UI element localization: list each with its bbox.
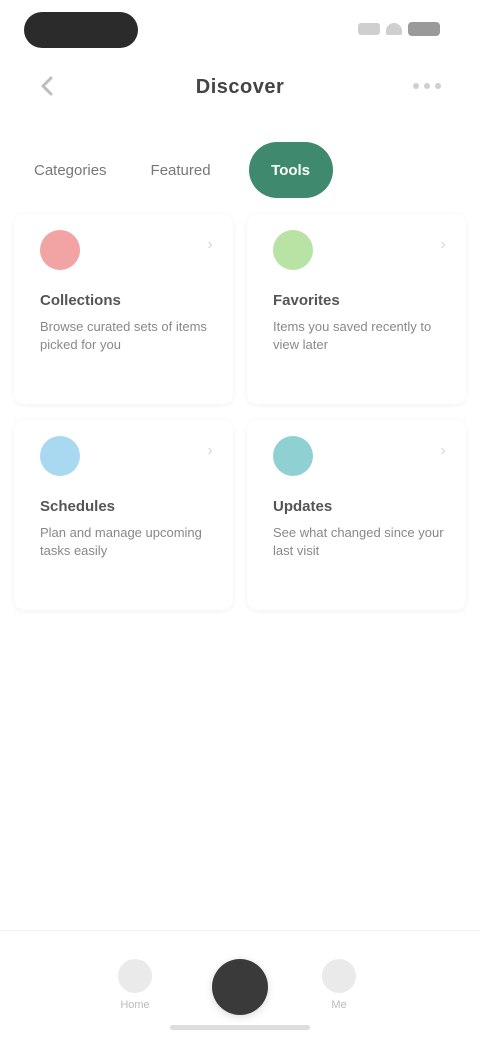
card-title: Favorites <box>273 292 340 309</box>
card-title: Collections <box>40 292 121 309</box>
bottom-navigation: Home Me <box>0 930 480 1040</box>
calendar-icon <box>40 436 80 476</box>
home-icon <box>118 959 152 993</box>
user-icon <box>322 959 356 993</box>
card-title: Updates <box>273 498 333 515</box>
battery-icon <box>408 22 440 36</box>
card-description: See what changed since your last visit <box>273 525 444 558</box>
nav-home[interactable]: Home <box>118 959 152 1011</box>
tab-tools[interactable]: Tools <box>248 142 333 198</box>
chevron-right-icon: › <box>207 442 213 459</box>
card-schedules[interactable]: › Schedules Plan and manage upcoming tas… <box>14 420 233 610</box>
heart-icon <box>40 230 80 270</box>
home-indicator <box>170 1025 310 1030</box>
plus-icon <box>212 959 268 1015</box>
chevron-right-icon: › <box>207 236 213 253</box>
chevron-right-icon: › <box>440 236 446 253</box>
bell-icon <box>273 436 313 476</box>
wifi-icon <box>386 23 402 35</box>
tab-bar: Categories Featured Tools <box>28 140 452 200</box>
star-icon <box>273 230 313 270</box>
tab-categories[interactable]: Categories <box>28 152 113 189</box>
card-description: Plan and manage upcoming tasks easily <box>40 525 202 558</box>
status-bar <box>0 0 480 60</box>
card-description: Items you saved recently to view later <box>273 319 432 352</box>
card-updates[interactable]: › Updates See what changed since your la… <box>247 420 466 610</box>
page-title: Discover <box>195 76 285 98</box>
signal-icon <box>358 23 380 35</box>
status-icons <box>358 22 440 36</box>
card-favorites[interactable]: › Favorites Items you saved recently to … <box>247 214 466 404</box>
nav-home-label: Home <box>120 999 150 1011</box>
nav-profile-label: Me <box>331 999 347 1011</box>
card-description: Browse curated sets of items picked for … <box>40 319 207 352</box>
tab-featured[interactable]: Featured <box>145 152 217 189</box>
chevron-right-icon: › <box>440 442 446 459</box>
more-options-icon[interactable] <box>410 74 444 98</box>
card-title: Schedules <box>40 498 116 515</box>
dynamic-island <box>24 12 138 48</box>
card-grid: › Collections Browse curated sets of ite… <box>14 214 466 610</box>
nav-profile[interactable]: Me <box>322 959 356 1011</box>
header: Discover <box>0 60 480 116</box>
nav-center-button[interactable] <box>212 959 268 1015</box>
card-collections[interactable]: › Collections Browse curated sets of ite… <box>14 214 233 404</box>
